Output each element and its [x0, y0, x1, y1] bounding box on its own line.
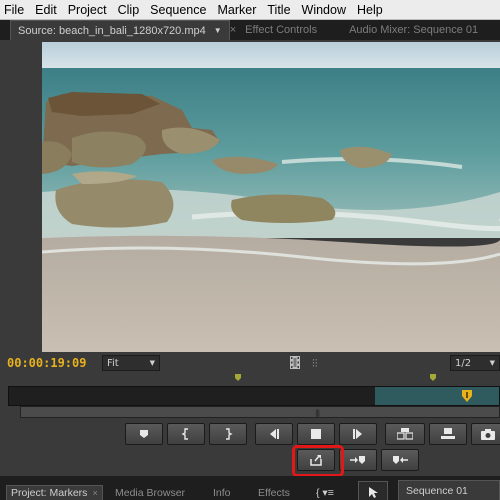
tab-audio-mixer[interactable]: Audio Mixer: Sequence 01	[342, 20, 485, 40]
tab-sequence-01-label: Sequence 01	[406, 484, 468, 497]
source-monitor-panel: 00:00:19:09 Fit ▼ ⫶⫶ 1/2 ▼ |||	[0, 42, 500, 477]
mark-out-button[interactable]	[209, 423, 247, 445]
export-frame-button[interactable]	[385, 423, 425, 445]
marker-icon[interactable]	[430, 374, 436, 381]
play-icon	[353, 429, 362, 439]
stop-icon	[311, 429, 321, 439]
tab-sequence-01[interactable]: Sequence 01	[398, 480, 500, 500]
arrow-cursor-icon	[369, 487, 378, 498]
tab-info-label: Info	[213, 486, 231, 499]
scrollbar-grip-icon[interactable]: |||	[315, 409, 320, 417]
zoom-scrollbar[interactable]: |||	[20, 406, 500, 418]
export-frame-icon	[397, 428, 413, 440]
resolution-select-value: 1/2	[455, 357, 472, 369]
zoom-select-value: Fit	[107, 357, 119, 369]
time-ruler[interactable]	[8, 372, 500, 386]
playhead-icon[interactable]	[462, 390, 472, 402]
menu-title[interactable]: Title	[267, 3, 290, 17]
tab-info[interactable]: Info	[213, 485, 231, 500]
marker-icon	[140, 430, 148, 438]
highlight-box	[292, 445, 344, 477]
film-icon[interactable]	[290, 356, 300, 369]
overwrite-icon	[393, 456, 408, 464]
current-timecode[interactable]: 00:00:19:09	[7, 356, 86, 370]
menu-project[interactable]: Project	[68, 3, 107, 17]
menu-sequence[interactable]: Sequence	[150, 3, 206, 17]
tab-media-browser[interactable]: Media Browser	[115, 485, 185, 500]
beach-scene-image	[42, 42, 500, 352]
panel-menu-icon[interactable]: { ▾≡	[316, 485, 334, 500]
add-marker-button[interactable]	[125, 423, 163, 445]
tab-source[interactable]: Source: beach_in_bali_1280x720.mp4 ▼	[10, 20, 230, 40]
insert-button[interactable]	[339, 449, 377, 471]
tab-effects-label: Effects	[258, 486, 290, 499]
tab-project-markers-label: Project: Markers	[11, 487, 88, 499]
menu-clip[interactable]: Clip	[118, 3, 140, 17]
tab-effect-controls[interactable]: Effect Controls	[238, 20, 324, 40]
video-frame	[42, 42, 500, 352]
button-editor-button[interactable]	[429, 423, 467, 445]
chevron-down-icon: ▼	[149, 359, 155, 367]
tab-effect-controls-label: Effect Controls	[245, 24, 318, 36]
in-out-range	[375, 387, 499, 405]
settings-icon	[441, 428, 455, 439]
menu-file[interactable]: File	[4, 3, 24, 17]
timeline-bar[interactable]	[8, 386, 500, 406]
close-icon[interactable]: ×	[228, 20, 238, 40]
tab-audio-mixer-label: Audio Mixer: Sequence 01	[349, 24, 479, 36]
chevron-down-icon[interactable]: ▼	[214, 26, 222, 35]
zoom-select[interactable]: Fit ▼	[102, 355, 160, 371]
mark-in-icon	[181, 428, 188, 440]
step-forward-button[interactable]	[339, 423, 377, 445]
audio-waveform-icon[interactable]: ⫶⫶	[312, 357, 318, 371]
tab-project-markers[interactable]: Project: Markers ×	[6, 485, 103, 500]
insert-icon	[350, 456, 365, 464]
tab-effects[interactable]: Effects	[258, 485, 290, 500]
step-back-button[interactable]	[255, 423, 293, 445]
menu-edit[interactable]: Edit	[35, 3, 57, 17]
mark-in-button[interactable]	[167, 423, 205, 445]
close-icon[interactable]: ×	[92, 488, 97, 498]
menu-window[interactable]: Window	[302, 3, 346, 17]
marker-icon[interactable]	[235, 374, 241, 381]
tab-media-browser-label: Media Browser	[115, 486, 186, 499]
tab-source-label: Source: beach_in_bali_1280x720.mp4	[18, 24, 206, 37]
menu-marker[interactable]: Marker	[217, 3, 256, 17]
selection-tool[interactable]	[358, 481, 388, 500]
overwrite-button[interactable]	[381, 449, 419, 471]
camera-icon	[481, 428, 495, 440]
monitor-tab-bar: Source: beach_in_bali_1280x720.mp4 ▼ × E…	[0, 20, 500, 42]
menu-bar: File Edit Project Clip Sequence Marker T…	[0, 0, 500, 20]
step-back-icon	[270, 429, 279, 439]
menu-help[interactable]: Help	[357, 3, 383, 17]
chevron-down-icon: ▼	[489, 359, 495, 367]
mark-out-icon	[226, 428, 233, 440]
camera-button[interactable]	[471, 423, 500, 445]
stop-button[interactable]	[297, 423, 335, 445]
resolution-select[interactable]: 1/2 ▼	[450, 355, 500, 371]
